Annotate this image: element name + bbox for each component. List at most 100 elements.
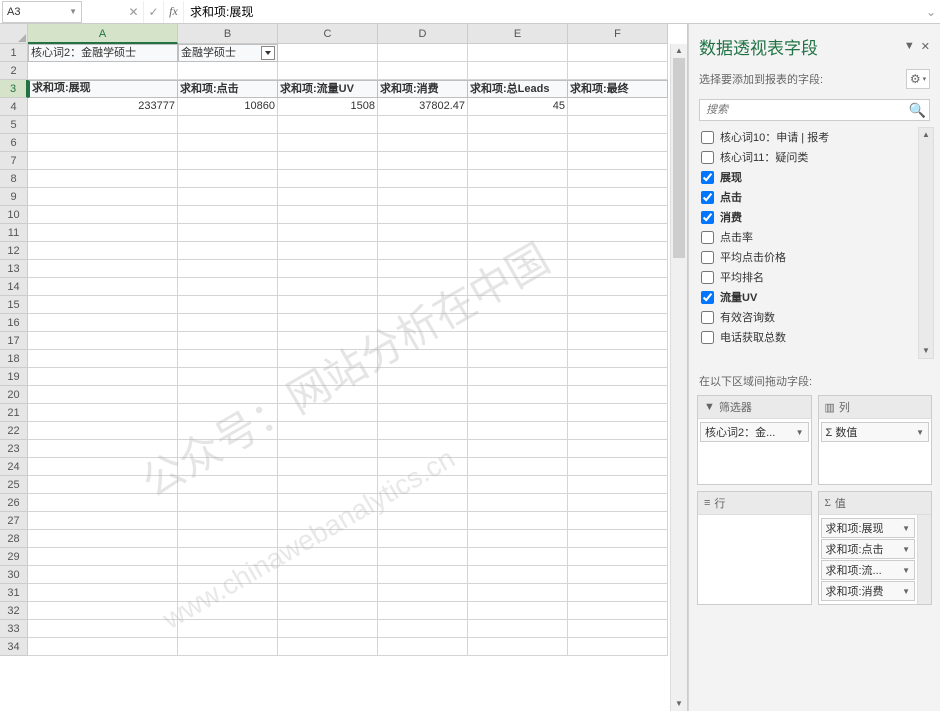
- scroll-down-icon[interactable]: ▼: [919, 344, 933, 358]
- cell[interactable]: [378, 44, 468, 62]
- field-item[interactable]: 平均排名: [699, 267, 934, 287]
- cell[interactable]: [28, 458, 178, 476]
- field-search[interactable]: 🔍: [699, 99, 930, 121]
- cell[interactable]: [28, 566, 178, 584]
- cell[interactable]: [278, 152, 378, 170]
- field-checkbox[interactable]: [701, 231, 714, 244]
- expand-formula-icon[interactable]: ⌄: [922, 5, 940, 19]
- row-header[interactable]: 4: [0, 98, 28, 116]
- cell[interactable]: [278, 296, 378, 314]
- close-pane-icon[interactable]: ✕: [921, 40, 930, 53]
- row-header[interactable]: 21: [0, 404, 28, 422]
- cell[interactable]: [28, 314, 178, 332]
- scroll-down-icon[interactable]: ▼: [671, 697, 687, 711]
- cell[interactable]: [378, 134, 468, 152]
- rows-drop-zone[interactable]: ≡行: [697, 491, 812, 605]
- cell[interactable]: [278, 62, 378, 80]
- cell[interactable]: [178, 602, 278, 620]
- row-header[interactable]: 30: [0, 566, 28, 584]
- cell[interactable]: [378, 224, 468, 242]
- field-item[interactable]: 点击: [699, 187, 934, 207]
- field-item[interactable]: 核心词10：申请 | 报考: [699, 127, 934, 147]
- field-checkbox[interactable]: [701, 151, 714, 164]
- cell[interactable]: [28, 116, 178, 134]
- cell[interactable]: [28, 134, 178, 152]
- cell[interactable]: [28, 548, 178, 566]
- cell[interactable]: [378, 404, 468, 422]
- cell[interactable]: [28, 278, 178, 296]
- cell[interactable]: 1508: [278, 98, 378, 116]
- cell[interactable]: [28, 476, 178, 494]
- cell[interactable]: [378, 548, 468, 566]
- cell[interactable]: [468, 170, 568, 188]
- cell[interactable]: [568, 638, 668, 656]
- cell[interactable]: [468, 458, 568, 476]
- cell[interactable]: [278, 530, 378, 548]
- cell[interactable]: [278, 404, 378, 422]
- cell[interactable]: [178, 314, 278, 332]
- scroll-thumb[interactable]: [673, 58, 685, 258]
- cell[interactable]: [378, 440, 468, 458]
- cell[interactable]: [378, 638, 468, 656]
- cell[interactable]: [178, 530, 278, 548]
- cell[interactable]: 求和项:流量UV: [278, 80, 378, 98]
- cell[interactable]: [378, 206, 468, 224]
- cell[interactable]: [178, 458, 278, 476]
- cell[interactable]: [178, 224, 278, 242]
- cell[interactable]: [568, 602, 668, 620]
- cell[interactable]: [568, 440, 668, 458]
- cell[interactable]: [378, 458, 468, 476]
- filter-icon[interactable]: [261, 46, 275, 60]
- cell[interactable]: [178, 422, 278, 440]
- cell[interactable]: [378, 242, 468, 260]
- row-header[interactable]: 28: [0, 530, 28, 548]
- cell[interactable]: [278, 422, 378, 440]
- cell[interactable]: [28, 62, 178, 80]
- cell[interactable]: [468, 62, 568, 80]
- cell[interactable]: [178, 62, 278, 80]
- cell[interactable]: [378, 188, 468, 206]
- row-header[interactable]: 15: [0, 296, 28, 314]
- cell[interactable]: [568, 566, 668, 584]
- field-checkbox[interactable]: [701, 251, 714, 264]
- col-header-B[interactable]: B: [178, 24, 278, 44]
- cell[interactable]: [468, 296, 568, 314]
- cell[interactable]: [178, 242, 278, 260]
- cell[interactable]: [178, 404, 278, 422]
- cell[interactable]: [178, 494, 278, 512]
- field-item[interactable]: 平均点击价格: [699, 247, 934, 267]
- cell[interactable]: [468, 584, 568, 602]
- cell[interactable]: [278, 242, 378, 260]
- field-item[interactable]: 流量UV: [699, 287, 934, 307]
- cell[interactable]: [178, 260, 278, 278]
- cell[interactable]: [468, 512, 568, 530]
- cell[interactable]: [468, 404, 568, 422]
- cell[interactable]: [568, 332, 668, 350]
- cell[interactable]: [568, 188, 668, 206]
- cell[interactable]: [568, 314, 668, 332]
- scroll-up-icon[interactable]: ▲: [671, 44, 687, 58]
- cell[interactable]: [568, 206, 668, 224]
- cell[interactable]: [28, 512, 178, 530]
- cell[interactable]: [468, 368, 568, 386]
- cell[interactable]: [468, 152, 568, 170]
- cell[interactable]: [28, 494, 178, 512]
- cell[interactable]: [378, 530, 468, 548]
- cell[interactable]: [568, 404, 668, 422]
- cell[interactable]: [178, 188, 278, 206]
- cell[interactable]: [278, 224, 378, 242]
- cell[interactable]: [468, 350, 568, 368]
- cell[interactable]: [468, 224, 568, 242]
- row-header[interactable]: 1: [0, 44, 28, 62]
- row-header[interactable]: 5: [0, 116, 28, 134]
- cell[interactable]: [468, 548, 568, 566]
- cell[interactable]: [378, 386, 468, 404]
- cell[interactable]: [568, 422, 668, 440]
- cell[interactable]: [278, 206, 378, 224]
- cell[interactable]: [178, 512, 278, 530]
- cell[interactable]: [278, 260, 378, 278]
- vertical-scrollbar[interactable]: ▲ ▼: [670, 44, 687, 711]
- cell[interactable]: [378, 476, 468, 494]
- field-item[interactable]: 有效咨询数: [699, 307, 934, 327]
- cell[interactable]: [28, 296, 178, 314]
